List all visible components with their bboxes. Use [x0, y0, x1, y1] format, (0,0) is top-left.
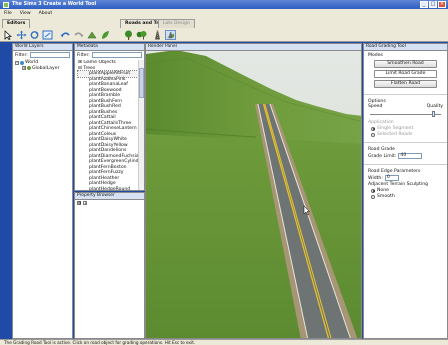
toolbar: [0, 28, 448, 42]
layer-icon: [27, 66, 31, 71]
grade-limit-row: Grade Limit: 40: [368, 153, 443, 159]
window-controls: _ □ ×: [420, 1, 446, 8]
tab-lots-design[interactable]: Lots Design: [158, 19, 195, 28]
render-panel-title: Render Panel: [146, 44, 361, 51]
list-item[interactable]: plantHedgeRound: [78, 187, 142, 191]
selected-roads-radio[interactable]: Selected Roads: [371, 132, 443, 137]
options-section: Options Speed Quality Application Single…: [364, 97, 447, 140]
radio-icon: [371, 126, 375, 131]
alphabetical-icon[interactable]: ↓: [83, 201, 87, 205]
sculpt-smooth-radio[interactable]: Smooth: [371, 194, 443, 199]
minimize-button[interactable]: _: [420, 1, 428, 8]
single-segment-radio[interactable]: Single Segment: [371, 126, 443, 131]
road-edge-label: Road Edge Parameters: [368, 169, 421, 174]
redo-icon[interactable]: [73, 30, 84, 40]
checkbox-icon[interactable]: ×: [22, 66, 26, 71]
metadata-panel: Metadata Filter: ⊞ Game Objects ⊟ Trees …: [74, 43, 145, 191]
road-grading-tool-panel: Road Grading Tool Modes Smoothen Road Li…: [363, 43, 448, 339]
property-browser-title: Property Browser: [75, 193, 144, 200]
road-tool-title: Road Grading Tool: [364, 44, 447, 51]
metadata-list: ⊞ Game Objects ⊟ Trees plantAppleAltFrui…: [76, 60, 142, 190]
adjacent-terrain-label: Adjacent Terrain Sculpting: [368, 182, 429, 187]
rotate-icon[interactable]: [29, 30, 40, 40]
speed-quality-slider[interactable]: [370, 110, 441, 118]
width-label: Width:: [368, 175, 383, 181]
speed-label: Speed: [368, 104, 383, 109]
tree-node-global-layer[interactable]: × GlobalLayer: [15, 66, 70, 72]
world-layers-filter-input[interactable]: [29, 52, 70, 58]
window-title: The Sims 3 Create a World Tool: [12, 2, 97, 7]
menu-about[interactable]: About: [39, 11, 53, 16]
maximize-button[interactable]: □: [429, 1, 437, 8]
filter-label: Filter:: [15, 52, 28, 58]
road-grading-icon[interactable]: [165, 30, 176, 40]
slider-track: [370, 114, 441, 115]
grade-limit-label: Grade Limit:: [368, 153, 397, 159]
road-grade-section: Road Grade Grade Limit: 40: [364, 145, 447, 162]
world-layers-title: World Layers: [13, 44, 72, 51]
menu-file[interactable]: File: [4, 11, 12, 16]
close-button[interactable]: ×: [438, 1, 446, 8]
tree-label-global-layer: GlobalLayer: [32, 65, 60, 71]
modes-label: Modes: [368, 53, 383, 58]
undo-icon[interactable]: [60, 30, 71, 40]
filter-label: Filter:: [77, 52, 90, 58]
road-edge-section: Road Edge Parameters Width: 0 Adjacent T…: [364, 167, 447, 202]
radio-icon: [371, 132, 375, 137]
width-input[interactable]: 0: [384, 175, 399, 181]
scale-icon[interactable]: [42, 30, 53, 40]
property-browser-panel: Property Browser ▤ ↓: [74, 192, 145, 339]
app-icon: [3, 1, 9, 8]
world-layers-tree: − World × GlobalLayer: [13, 59, 72, 72]
terrain-view[interactable]: [146, 44, 362, 339]
render-panel[interactable]: Render Panel: [145, 43, 362, 339]
speed-quality-labels: Speed Quality: [368, 104, 443, 109]
scrollbar-thumb[interactable]: [139, 68, 144, 98]
smoothen-road-button[interactable]: Smoothen Road: [374, 60, 437, 68]
modes-section: Modes Smoothen Road Limit Road Grade Fla…: [364, 51, 447, 92]
flatten-road-button[interactable]: Flatten Road: [374, 80, 437, 88]
select-arrow-icon[interactable]: [3, 30, 14, 40]
title-bar: The Sims 3 Create a World Tool _ □ ×: [0, 0, 448, 9]
radio-icon: [371, 194, 375, 199]
status-bar: The Grading Road Tool is active. Click o…: [0, 339, 448, 345]
metadata-filter: Filter:: [75, 51, 144, 59]
application-label: Application: [368, 120, 394, 125]
metadata-scrollbar[interactable]: [138, 60, 144, 190]
menu-view[interactable]: View: [20, 11, 31, 16]
metadata-title: Metadata: [75, 44, 144, 51]
globe-icon: [20, 60, 24, 65]
road-icon[interactable]: [152, 30, 163, 40]
slider-knob[interactable]: [432, 111, 435, 117]
width-row: Width: 0: [368, 175, 443, 181]
paint-terrain-icon[interactable]: [87, 30, 98, 40]
ribbon-tabs: Editors Roads and Trees Lots Design: [0, 18, 448, 28]
radio-icon: [371, 188, 375, 193]
divider: [364, 142, 447, 143]
sculpt-none-radio[interactable]: None: [371, 188, 443, 193]
forest-icon[interactable]: [136, 30, 147, 40]
divider: [364, 164, 447, 165]
categorized-icon[interactable]: ▤: [77, 201, 81, 205]
collapse-icon[interactable]: −: [15, 60, 19, 65]
menu-bar: File View About: [0, 9, 448, 18]
road-grade-label: Road Grade: [368, 147, 395, 152]
world-layers-panel: World Layers Filter: − World × GlobalLay…: [12, 43, 73, 339]
quality-label: Quality: [426, 104, 443, 109]
move-icon[interactable]: [16, 30, 27, 40]
grade-limit-input[interactable]: 40: [398, 153, 423, 159]
divider: [364, 94, 447, 95]
tree-icon[interactable]: [123, 30, 134, 40]
tab-editors[interactable]: Editors: [2, 19, 31, 28]
leaf-icon[interactable]: [100, 30, 111, 40]
limit-road-grade-button[interactable]: Limit Road Grade: [374, 70, 437, 78]
world-layers-filter: Filter:: [13, 51, 72, 59]
metadata-filter-input[interactable]: [91, 52, 142, 58]
property-browser-toolbar: ▤ ↓: [75, 200, 144, 206]
